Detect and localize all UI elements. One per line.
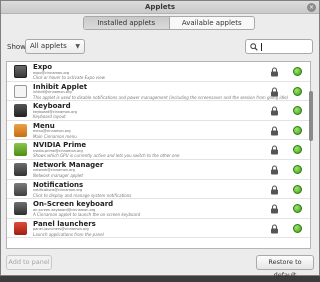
status-enabled-icon [293, 204, 302, 214]
applet-uuid: on-screen-keyboard@cinnamon.org [33, 207, 96, 212]
applet-uuid: keyboard@cinnamon.org [33, 109, 77, 114]
applet-uuid: nvidia-prime@cinnamon.org [33, 148, 83, 153]
inhibit-icon [14, 84, 27, 98]
lock-icon [271, 204, 278, 214]
applet-row[interactable]: On-Screen keyboard on-screen-keyboard@cin… [7, 199, 310, 219]
status-enabled-icon [293, 106, 302, 116]
applet-uuid: panel-launchers@cinnamon.org [33, 227, 89, 232]
tab-installed-applets[interactable]: Installed applets [84, 17, 170, 29]
filter-bar: Show All applets ▼ [7, 39, 313, 55]
category-dropdown[interactable]: All applets ▼ [25, 39, 85, 54]
applet-uuid: inhibit@cinnamon.org [33, 90, 72, 95]
lock-icon [271, 106, 278, 116]
scrollbar-thumb[interactable] [309, 91, 313, 141]
applet-uuid: notifications@cinnamon.org [33, 188, 83, 193]
status-enabled-icon [293, 86, 302, 96]
lock-icon [271, 87, 278, 97]
applet-row[interactable]: Keyboard keyboard@cinnamon.org Keyboard la… [7, 101, 310, 121]
nvidia-icon [14, 143, 27, 157]
search-icon [250, 43, 258, 51]
applet-description: Main Cinnamon menu [33, 133, 77, 139]
applet-row[interactable]: Panel launchers panel-launchers@cinnamon.… [7, 219, 310, 239]
tab-available-applets[interactable]: Available applets (online) [170, 17, 255, 29]
applet-row[interactable]: Expo expo@cinnamon.org Click or hover to a… [7, 62, 310, 82]
launchers-icon [14, 221, 27, 235]
applet-row[interactable]: Menu menu@cinnamon.org Main Cinnamon menu [7, 121, 310, 141]
tab-bar: Installed applets Available applets (onl… [83, 16, 255, 30]
bottom-bar: Add to panel Restore to default [6, 255, 314, 279]
keyboard-icon [14, 104, 27, 118]
applet-description: Shows which GPU is currently active and … [33, 153, 180, 159]
lock-icon [271, 165, 278, 175]
applets-window: Applets × Installed applets Available ap… [0, 0, 320, 279]
lock-icon [271, 224, 278, 234]
lock-icon [271, 185, 278, 195]
applet-uuid: network@cinnamon.org [33, 168, 75, 173]
list-scrollbar[interactable] [309, 61, 313, 249]
applet-description: Launch applications from the panel [33, 231, 104, 237]
status-enabled-icon [293, 125, 302, 135]
lock-icon [271, 67, 278, 77]
applet-row[interactable]: Inhibit Applet inhibit@cinnamon.org This a… [7, 82, 310, 102]
menu-icon [14, 123, 27, 137]
applet-row[interactable]: Network Manager network@cinnamon.org Netwo… [7, 160, 310, 180]
text-cursor [261, 43, 262, 51]
applet-description: Click to display and manage system notif… [33, 192, 132, 198]
applet-description: A Cinnamon applet to launch the on-scree… [33, 212, 141, 218]
applet-list: Expo expo@cinnamon.org Click or hover to a… [6, 61, 311, 249]
applet-description: Click or hover to activate Expo view [33, 75, 105, 80]
show-label: Show [7, 43, 26, 51]
lock-icon [271, 145, 278, 155]
status-enabled-icon [293, 164, 302, 174]
chevron-down-icon: ▼ [75, 43, 80, 50]
applet-uuid: expo@cinnamon.org [33, 70, 70, 75]
window-title: Applets [144, 3, 176, 11]
applet-description: This applet is used to disable notificat… [33, 94, 289, 100]
add-to-panel-button[interactable]: Add to panel [6, 255, 52, 270]
applet-uuid: menu@cinnamon.org [33, 129, 71, 134]
status-enabled-icon [293, 67, 302, 76]
notifications-icon [14, 182, 27, 196]
applet-description: Network manager applet [33, 172, 83, 178]
expo-icon [14, 65, 27, 78]
network-icon [14, 162, 27, 176]
restore-to-default-button[interactable]: Restore to default [256, 255, 314, 279]
search-input[interactable] [245, 39, 313, 54]
status-enabled-icon [293, 184, 302, 194]
status-enabled-icon [293, 223, 302, 233]
category-value: All applets [30, 42, 67, 50]
status-enabled-icon [293, 145, 302, 155]
osk-icon [14, 202, 27, 216]
applet-description: Keyboard layout [33, 114, 66, 120]
applet-row[interactable]: NVIDIA Prime nvidia-prime@cinnamon.org Sho… [7, 140, 310, 160]
lock-icon [271, 126, 278, 136]
applet-row[interactable]: Notifications notifications@cinnamon.org C… [7, 180, 310, 200]
title-bar[interactable]: Applets × [1, 1, 319, 14]
close-icon[interactable]: × [307, 3, 316, 12]
